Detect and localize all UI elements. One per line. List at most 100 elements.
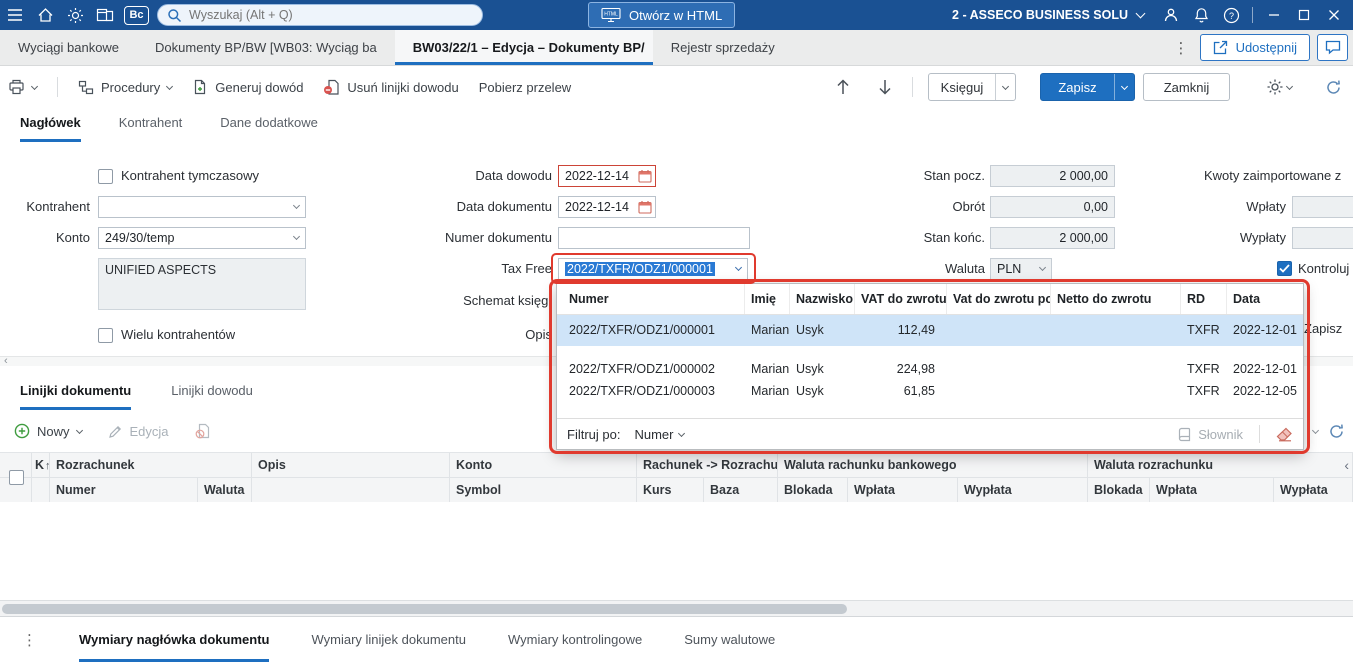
grid-subcol-blokada-2[interactable]: Blokada	[1088, 478, 1150, 503]
tab-wymiary-kontrolingowe[interactable]: Wymiary kontrolingowe	[508, 617, 642, 662]
waluta-combo[interactable]: PLN	[990, 258, 1052, 280]
usun-linijki-button[interactable]: Usuń linijki dowodu	[323, 79, 459, 95]
grid-col-opis[interactable]: Opis	[252, 453, 450, 478]
popup-col-nazwisko[interactable]: Nazwisko	[790, 284, 855, 314]
lines-refresh-button[interactable]	[1328, 423, 1345, 440]
search-input[interactable]	[189, 8, 473, 22]
open-in-html-button[interactable]: HTML Otwórz w HTML	[588, 2, 736, 28]
tab-wymiary-naglowka[interactable]: Wymiary nagłówka dokumentu	[79, 617, 270, 662]
tab-sumy-walutowe[interactable]: Sumy walutowe	[684, 617, 775, 662]
print-button[interactable]	[8, 79, 39, 95]
scrollbar-thumb[interactable]	[2, 604, 847, 614]
zapisz-dropdown-arrow[interactable]	[1114, 74, 1134, 100]
konto-combo[interactable]: 249/30/temp	[98, 227, 306, 249]
grid-col-waluta-rachunku[interactable]: Waluta rachunku bankowego	[778, 453, 1088, 478]
grid-subcol-wplata-2[interactable]: Wpłata	[1150, 478, 1274, 503]
bottom-overflow-dots-icon[interactable]: ⋮	[22, 617, 37, 662]
pobierz-przelew-button[interactable]: Pobierz przelew	[479, 80, 572, 95]
popup-col-rd[interactable]: RD	[1181, 284, 1227, 314]
grid-col-waluta-rozrachunku[interactable]: Waluta rozrachunku	[1088, 453, 1353, 478]
subtab-naglowek[interactable]: Nagłówek	[20, 115, 81, 142]
tab-bw03-edycja[interactable]: BW03/22/1 – Edycja – Dokumenty BP/	[394, 30, 653, 65]
popup-col-imie[interactable]: Imię	[745, 284, 790, 314]
kontroluj-checkbox[interactable]	[1277, 261, 1292, 276]
hamburger-menu-icon[interactable]	[0, 0, 30, 30]
grid-subcol-wplata-1[interactable]: Wpłata	[848, 478, 958, 503]
kontrahent-combo[interactable]	[98, 196, 306, 218]
tab-overflow-dots-icon[interactable]: ⋮	[1170, 30, 1192, 66]
popup-row-selected[interactable]: 2022/TXFR/ODZ1/000001 Marian Usyk 112,49…	[557, 315, 1303, 346]
tab-dokumenty-bp-bw[interactable]: Dokumenty BP/BW [WB03: Wyciąg ba	[137, 30, 395, 65]
modules-icon[interactable]	[90, 0, 120, 30]
grid-subcol-kurs[interactable]: Kurs	[637, 478, 704, 503]
move-down-button[interactable]	[874, 76, 896, 98]
edycja-button[interactable]: Edycja	[108, 424, 169, 439]
grid-subcol-numer[interactable]: Numer	[50, 478, 198, 503]
slownik-button[interactable]: Słownik	[1177, 427, 1243, 442]
bc-module-badge[interactable]: Bc	[124, 5, 149, 25]
popup-col-netto-do-zwrotu[interactable]: Netto do zwrotu	[1051, 284, 1181, 314]
popup-row[interactable]: 2022/TXFR/ODZ1/000003 Marian Usyk 61,85 …	[557, 380, 1303, 402]
grid-subcol-blokada-1[interactable]: Blokada	[778, 478, 848, 503]
popup-col-vat-do-zwrotu[interactable]: VAT do zwrotu	[855, 284, 947, 314]
nowy-button[interactable]: Nowy	[14, 423, 83, 439]
procedury-button[interactable]: Procedury	[78, 80, 174, 95]
grid-subcol-waluta[interactable]: Waluta	[198, 478, 252, 503]
kontrahent-tymczasowy-checkbox[interactable]	[98, 169, 113, 184]
company-selector[interactable]: 2 - ASSECO BUSINESS SOLU	[952, 8, 1146, 22]
settings-icon[interactable]	[60, 0, 90, 30]
lines-grid-body[interactable]	[0, 502, 1353, 600]
grid-subcol-wyplata-2[interactable]: Wypłata	[1274, 478, 1353, 503]
calendar-icon[interactable]	[638, 169, 652, 186]
tax-free-combo[interactable]: 2022/TXFR/ODZ1/000001	[558, 258, 748, 280]
numer-dokumentu-input[interactable]	[558, 227, 750, 249]
comments-button[interactable]	[1317, 34, 1348, 61]
tab-linijki-dokumentu[interactable]: Linijki dokumentu	[20, 383, 132, 410]
global-search[interactable]	[157, 4, 483, 26]
popup-col-numer[interactable]: Numer	[557, 284, 745, 314]
collapse-panel-icon[interactable]: ‹	[1344, 457, 1349, 473]
zapisz-button[interactable]: Zapisz	[1040, 73, 1135, 101]
data-dowodu-field[interactable]: 2022-12-14	[558, 165, 656, 187]
popup-col-vat-do-zwrotu-pot[interactable]: Vat do zwrotu pot	[947, 284, 1051, 314]
popup-row[interactable]: 2022/TXFR/ODZ1/000002 Marian Usyk 224,98…	[557, 358, 1303, 380]
refresh-button[interactable]	[1322, 76, 1344, 98]
calendar-icon[interactable]	[638, 200, 652, 217]
grid-subcol-symbol[interactable]: Symbol	[450, 478, 637, 503]
data-dokumentu-field[interactable]: 2022-12-14	[558, 196, 656, 218]
tab-wymiary-linijek[interactable]: Wymiary linijek dokumentu	[311, 617, 466, 662]
minimize-button[interactable]	[1259, 0, 1289, 30]
grid-col-rachunek-rozrachunek[interactable]: Rachunek -> Rozrachu	[637, 453, 778, 478]
subtab-dane-dodatkowe[interactable]: Dane dodatkowe	[220, 115, 318, 142]
subtab-kontrahent[interactable]: Kontrahent	[119, 115, 183, 142]
delete-row-button[interactable]	[195, 423, 211, 439]
grid-horizontal-scrollbar[interactable]	[0, 600, 1353, 616]
form-settings-gear-button[interactable]	[1262, 76, 1296, 98]
clear-filter-eraser-icon[interactable]	[1276, 427, 1293, 442]
select-all-checkbox[interactable]	[9, 470, 24, 485]
tab-linijki-dowodu[interactable]: Linijki dowodu	[171, 383, 253, 410]
grid-subcol-baza[interactable]: Baza	[704, 478, 778, 503]
user-icon[interactable]	[1156, 0, 1186, 30]
wielu-kontrahentow-checkbox[interactable]	[98, 328, 113, 343]
filter-column-select[interactable]: Numer	[634, 427, 686, 442]
ksieguj-dropdown-arrow[interactable]	[995, 74, 1015, 100]
tab-rejestr-sprzedazy[interactable]: Rejestr sprzedaży	[653, 30, 793, 65]
close-button[interactable]	[1319, 0, 1349, 30]
zamknij-button[interactable]: Zamknij	[1143, 73, 1230, 101]
ksieguj-button[interactable]: Księguj	[928, 73, 1016, 101]
share-button[interactable]: Udostępnij	[1199, 34, 1310, 61]
grid-col-k[interactable]: K↑	[32, 453, 50, 478]
popup-col-data[interactable]: Data	[1227, 284, 1305, 314]
home-icon[interactable]	[30, 0, 60, 30]
help-icon[interactable]: ?	[1216, 0, 1246, 30]
grid-col-rozrachunek[interactable]: Rozrachunek	[50, 453, 252, 478]
grid-col-konto[interactable]: Konto	[450, 453, 637, 478]
notifications-bell-icon[interactable]	[1186, 0, 1216, 30]
chevron-down-icon[interactable]	[1311, 426, 1320, 434]
generuj-dowod-button[interactable]: Generuj dowód	[192, 79, 303, 95]
maximize-button[interactable]	[1289, 0, 1319, 30]
tab-wyciagi-bankowe[interactable]: Wyciągi bankowe	[0, 30, 137, 65]
move-up-button[interactable]	[832, 76, 854, 98]
grid-subcol-wyplata-1[interactable]: Wypłata	[958, 478, 1088, 503]
